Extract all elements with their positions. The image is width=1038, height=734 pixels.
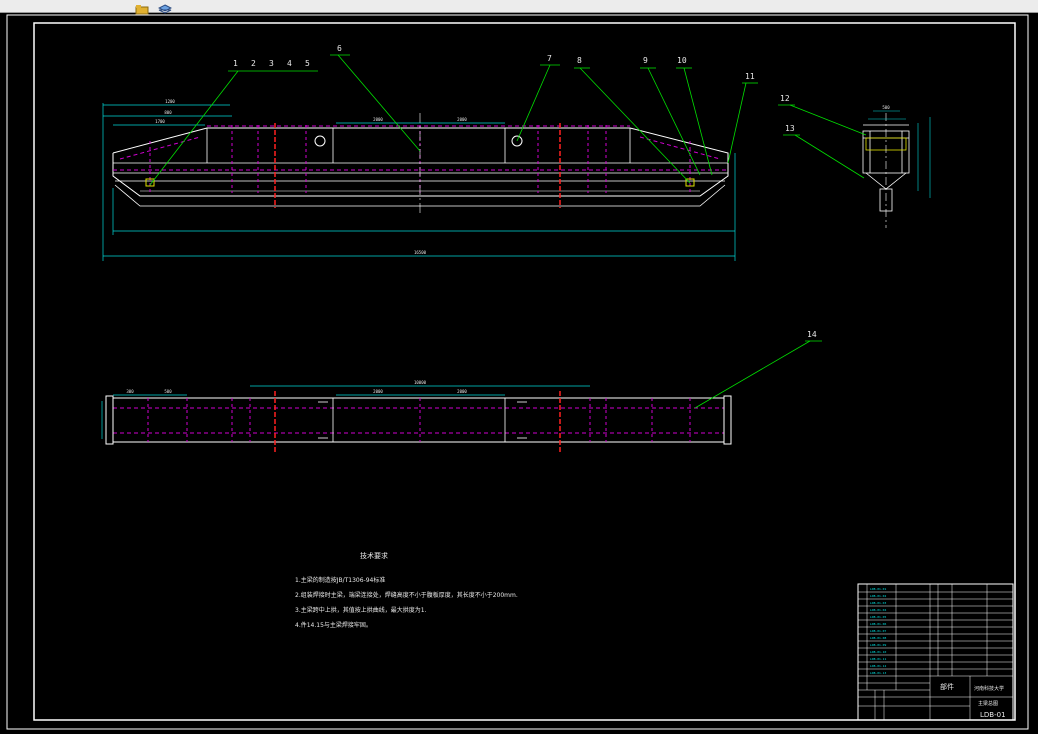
svg-text:1200: 1200 <box>165 99 175 104</box>
svg-text:LDB-01-12: LDB-01-12 <box>870 664 886 668</box>
cad-drawing-canvas[interactable]: 1200 800 1700 2000 2000 16500 500 10000 … <box>0 13 1038 734</box>
svg-text:LDB-01-08: LDB-01-08 <box>870 636 886 640</box>
svg-text:10000: 10000 <box>414 380 427 385</box>
balloon-7[interactable]: 7 <box>547 54 552 63</box>
svg-text:300: 300 <box>126 389 134 394</box>
balloon-14[interactable]: 14 <box>807 330 817 339</box>
title-block-drawing-number: LDB-01 <box>980 711 1006 719</box>
parts-list-and-title-block: LDB-01-01 LDB-01-02 LDB-01-03 LDB-01-04 LD… <box>857 583 1014 721</box>
plan-view: 10000 300 500 2000 2000 <box>101 380 732 453</box>
balloon-8[interactable]: 8 <box>577 56 582 65</box>
tech-req-item-2: 2.组装焊接时主梁，端梁连接处，焊缝高度不小于腹板厚度，其长度不小于200mm. <box>295 591 518 599</box>
svg-text:500: 500 <box>164 389 172 394</box>
svg-text:LDB-01-04: LDB-01-04 <box>870 608 886 612</box>
svg-text:LDB-01-02: LDB-01-02 <box>870 594 886 598</box>
tech-req-item-4: 4.件14.15与主梁焊接牢固。 <box>295 621 372 629</box>
balloon-3[interactable]: 3 <box>269 59 274 68</box>
svg-text:LDB-01-06: LDB-01-06 <box>870 622 886 626</box>
balloon-2[interactable]: 2 <box>251 59 256 68</box>
svg-text:2000: 2000 <box>457 389 467 394</box>
svg-text:LDB-01-10: LDB-01-10 <box>870 650 886 654</box>
svg-text:LDB-01-03: LDB-01-03 <box>870 601 886 605</box>
leader-lines <box>149 54 867 409</box>
balloon-13[interactable]: 13 <box>785 124 795 133</box>
balloon-12[interactable]: 12 <box>780 94 790 103</box>
svg-text:LDB-01-11: LDB-01-11 <box>870 657 886 661</box>
tech-req-item-3: 3.主梁跨中上拱，其值按上拱曲线，最大拱度为1. <box>295 606 427 614</box>
side-view: 500 <box>862 105 931 228</box>
balloon-1[interactable]: 1 <box>233 59 238 68</box>
svg-text:1700: 1700 <box>155 119 165 124</box>
balloon-labels: 1 2 3 4 5 6 7 8 9 10 11 12 13 14 <box>233 44 817 339</box>
svg-text:LDB-01-09: LDB-01-09 <box>870 643 886 647</box>
svg-text:2000: 2000 <box>373 117 383 122</box>
svg-text:LDB-01-05: LDB-01-05 <box>870 615 886 619</box>
svg-text:16500: 16500 <box>414 250 427 255</box>
balloon-6[interactable]: 6 <box>337 44 342 53</box>
title-block-assembly: 部件 <box>940 682 954 691</box>
layers-icon[interactable] <box>157 0 173 14</box>
svg-text:2000: 2000 <box>373 389 383 394</box>
svg-text:500: 500 <box>882 105 890 110</box>
svg-text:LDB-01-07: LDB-01-07 <box>870 629 886 633</box>
application-toolbar <box>0 0 1038 15</box>
title-block-drawing-name: 主梁总图 <box>978 700 998 707</box>
balloon-4[interactable]: 4 <box>287 59 292 68</box>
svg-text:800: 800 <box>164 110 172 115</box>
balloon-11[interactable]: 11 <box>745 72 755 81</box>
title-block-school: 河南科技大学 <box>974 685 1004 692</box>
balloon-5[interactable]: 5 <box>305 59 310 68</box>
svg-text:LDB-01-01: LDB-01-01 <box>870 587 886 591</box>
svg-text:2000: 2000 <box>457 117 467 122</box>
balloon-9[interactable]: 9 <box>643 56 648 65</box>
technical-requirements: 技术要求 1.主梁的制造按JB/T1306-94标准 2.组装焊接时主梁，端梁连… <box>295 551 518 629</box>
tech-req-title: 技术要求 <box>360 551 388 560</box>
tech-req-item-1: 1.主梁的制造按JB/T1306-94标准 <box>295 576 385 584</box>
folder-icon[interactable] <box>135 0 149 15</box>
svg-text:LDB-01-13: LDB-01-13 <box>870 671 886 675</box>
balloon-10[interactable]: 10 <box>677 56 687 65</box>
